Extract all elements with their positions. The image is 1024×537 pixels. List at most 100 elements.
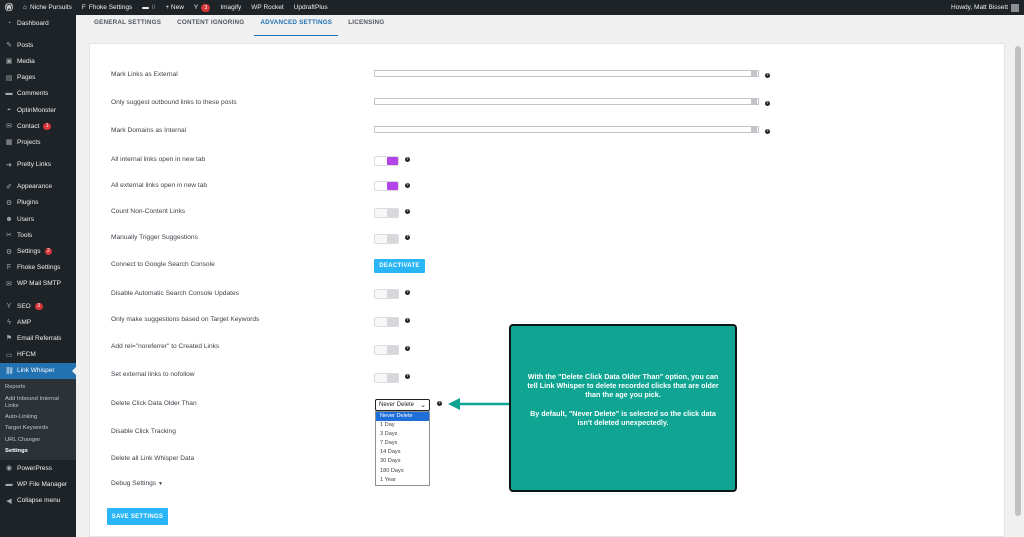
disable-gsc-updates-toggle[interactable] [374, 289, 399, 299]
wp-rocket-label: WP Rocket [251, 4, 284, 11]
sidebar-item-label: Tools [17, 231, 33, 239]
help-icon[interactable]: ? [405, 235, 410, 240]
tab-content-ignoring[interactable]: CONTENT IGNORING [171, 15, 250, 36]
sidebar-item-pages[interactable]: ▤ Pages [0, 70, 76, 86]
help-icon[interactable]: ? [405, 183, 410, 188]
account-menu[interactable]: Howdy, Matt Bissett [946, 0, 1024, 15]
sidebar-item-optinmonster[interactable]: ◓ OptinMonster [0, 102, 76, 118]
count-non-content-toggle[interactable] [374, 208, 399, 218]
help-icon[interactable]: ? [765, 129, 770, 134]
help-icon[interactable]: ? [437, 401, 442, 406]
dropdown-option[interactable]: 14 Days [376, 448, 429, 457]
dropdown-option[interactable]: 7 Days [376, 439, 429, 448]
target-keywords-only-toggle[interactable] [374, 317, 399, 327]
resize-grip-icon[interactable] [751, 99, 757, 104]
dropdown-option[interactable]: 1 Year [376, 476, 429, 485]
sidebar-item-fhoke-settings[interactable]: F Fhoke Settings [0, 260, 76, 276]
sidebar-item-link-whisper[interactable]: ⛓ Link Whisper [0, 362, 76, 379]
help-icon[interactable]: ? [405, 290, 410, 295]
submenu-item-reports[interactable]: Reports [0, 382, 76, 393]
sidebar-item-collapse-menu[interactable]: ◀ Collapse menu [0, 493, 76, 509]
wp-rocket-link[interactable]: WP Rocket [246, 0, 288, 15]
noreferrer-toggle[interactable] [374, 345, 399, 355]
deactivate-button[interactable]: DEACTIVATE [374, 259, 425, 273]
resize-grip-icon[interactable] [751, 71, 757, 76]
greeting-label: Howdy, Matt Bissett [951, 4, 1008, 11]
mark-domains-internal-field[interactable] [374, 126, 759, 133]
tab-licensing[interactable]: LICENSING [342, 15, 390, 36]
sidebar-item-powerpress[interactable]: ◉ PowerPress [0, 460, 76, 476]
updraftplus-link[interactable]: UpdraftPlus [289, 0, 333, 15]
sidebar-item-wp-file-manager[interactable]: ▬ WP File Manager [0, 476, 76, 492]
save-settings-button[interactable]: SAVE SETTINGS [107, 508, 168, 525]
sidebar-item-pretty-links[interactable]: ➜ Pretty Links [0, 157, 76, 173]
page-scrollbar[interactable] [1013, 36, 1022, 537]
help-icon[interactable]: ? [765, 73, 770, 78]
fhoke-icon: F [81, 4, 86, 11]
tab-general-settings[interactable]: GENERAL SETTINGS [88, 15, 167, 36]
tab-advanced-settings[interactable]: ADVANCED SETTINGS [254, 15, 339, 36]
scrollbar-thumb[interactable] [1015, 46, 1021, 516]
imagify-label: Imagify [220, 4, 242, 11]
sidebar-item-seo[interactable]: Y SEO 3 [0, 298, 76, 314]
chevron-down-icon: ⌄ [420, 402, 426, 409]
submenu-item-url-changer[interactable]: URL Changer [0, 434, 76, 445]
sidebar-item-email-referrals[interactable]: ⚑ Email Referrals [0, 330, 76, 346]
sidebar-item-contact[interactable]: ✉ Contact 1 [0, 118, 76, 134]
imagify-link[interactable]: Imagify [215, 0, 246, 15]
only-suggest-outbound-field[interactable] [374, 98, 759, 105]
sidebar-item-comments[interactable]: ▬ Comments [0, 86, 76, 102]
sidebar-item-wp-mail-smtp[interactable]: ✉ WP Mail SMTP [0, 276, 76, 292]
wordpress-logo-icon[interactable]: Ⓦ [0, 0, 18, 15]
manual-trigger-toggle[interactable] [374, 234, 399, 244]
help-icon[interactable]: ? [405, 374, 410, 379]
dropdown-option[interactable]: 30 Days [376, 457, 429, 466]
resize-grip-icon[interactable] [751, 127, 757, 132]
help-icon[interactable]: ? [765, 101, 770, 106]
dropdown-option[interactable]: 3 Days [376, 430, 429, 439]
mark-external-field[interactable] [374, 70, 759, 77]
help-icon[interactable]: ? [405, 209, 410, 214]
link-whisper-submenu: Reports Add Inbound Internal Links Auto-Li… [0, 378, 76, 461]
new-content-link[interactable]: + New [160, 0, 189, 15]
internal-new-tab-toggle[interactable] [374, 156, 399, 166]
delete-click-data-dropdown: Never Delete 1 Day 3 Days 7 Days 14 Days 30 D… [375, 411, 430, 486]
external-new-tab-toggle[interactable] [374, 181, 399, 191]
sidebar-item-dashboard[interactable]: ◔ Dashboard [0, 15, 76, 31]
updraftplus-label: UpdraftPlus [293, 4, 328, 11]
sidebar-item-users[interactable]: ☻ Users [0, 211, 76, 227]
sidebar-item-label: Pages [17, 74, 36, 82]
dropdown-option[interactable]: 1 Day [376, 421, 429, 430]
nofollow-toggle[interactable] [374, 373, 399, 383]
fhoke-settings-link[interactable]: F Fhoke Settings [77, 0, 137, 15]
help-icon[interactable]: ? [405, 157, 410, 162]
sidebar-menu: ◔ Dashboard ✎ Posts ▣ Media ▤ Pages ▬ Comments ◓ Op… [0, 15, 76, 509]
delete-click-data-select[interactable]: Never Delete ⌄ [375, 399, 430, 411]
sidebar-item-plugins[interactable]: ⚙ Plugins [0, 195, 76, 211]
help-icon[interactable]: ? [405, 346, 410, 351]
submenu-item-settings[interactable]: Settings [0, 446, 76, 457]
submenu-item-add-inbound-internal-links[interactable]: Add Inbound Internal Links [0, 393, 76, 411]
sidebar-item-settings[interactable]: ⚙ Settings 2 [0, 243, 76, 259]
help-icon[interactable]: ? [405, 318, 410, 323]
submenu-item-auto-linking[interactable]: Auto-Linking [0, 412, 76, 423]
sidebar-item-label: Email Referrals [17, 334, 62, 342]
debug-settings-toggle[interactable]: Debug Settings ▼ [111, 480, 163, 487]
toggle-knob [387, 346, 398, 354]
comments-link[interactable]: ▬ 0 [137, 0, 160, 15]
sidebar-item-appearance[interactable]: ✐ Appearance [0, 179, 76, 195]
site-name-link[interactable]: ⌂ Niche Pursuits [18, 0, 77, 15]
sidebar-item-posts[interactable]: ✎ Posts [0, 37, 76, 53]
dropdown-option[interactable]: Never Delete [376, 412, 429, 422]
sidebar-item-media[interactable]: ▣ Media [0, 53, 76, 69]
sidebar-item-amp[interactable]: ϟ AMP [0, 314, 76, 330]
sidebar-item-tools[interactable]: ✂ Tools [0, 227, 76, 243]
sidebar-item-label: Comments [17, 90, 49, 98]
notification-badge: 2 [44, 248, 53, 256]
sidebar-item-label: PowerPress [17, 464, 53, 472]
dropdown-option[interactable]: 180 Days [376, 467, 429, 476]
yoast-updates-link[interactable]: Y3 [189, 0, 215, 15]
submenu-item-target-keywords[interactable]: Target Keywords [0, 423, 76, 434]
sidebar-item-hfcm[interactable]: ▭ HFCM [0, 347, 76, 363]
sidebar-item-projects[interactable]: ▦ Projects [0, 134, 76, 150]
